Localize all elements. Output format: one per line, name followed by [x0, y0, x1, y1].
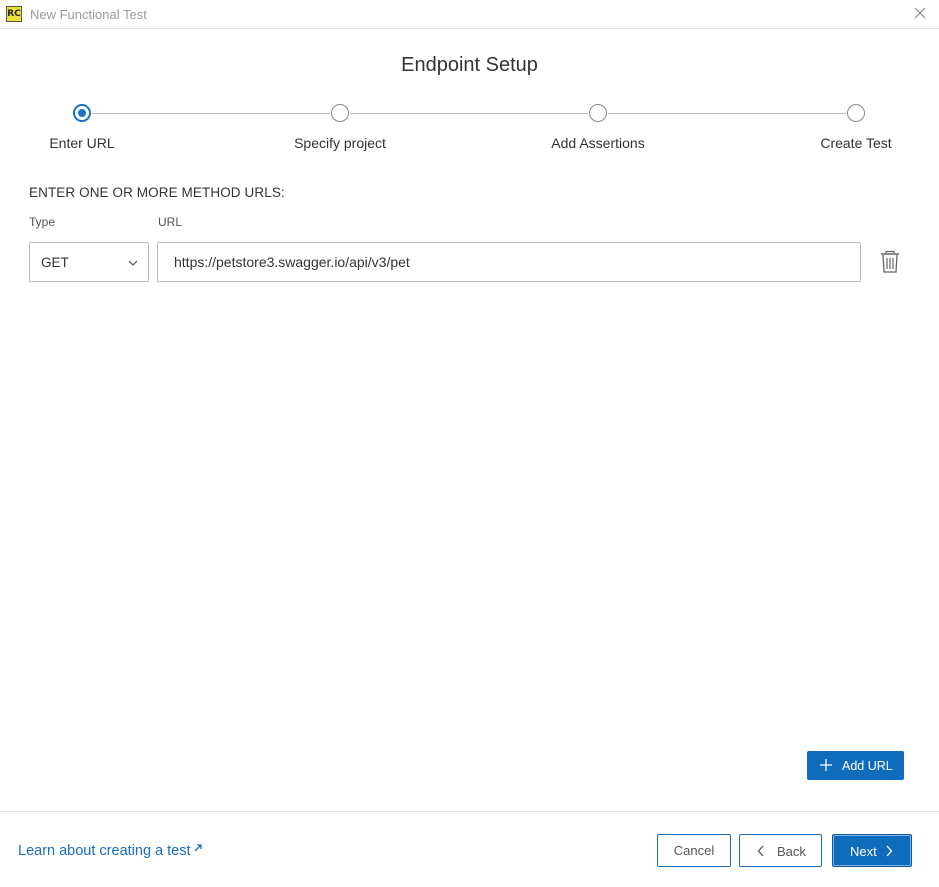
title-bar: RC New Functional Test: [0, 0, 939, 29]
step-connector: [92, 113, 330, 114]
step-4-label: Create Test: [820, 135, 892, 151]
close-icon[interactable]: [913, 6, 927, 20]
next-button[interactable]: Next: [832, 834, 912, 867]
wizard-stepper: Enter URL Specify project Add Assertions…: [0, 104, 939, 154]
add-url-label: Add URL: [842, 759, 893, 773]
step-connector: [608, 113, 846, 114]
cancel-label: Cancel: [673, 843, 715, 858]
step-1-label: Enter URL: [49, 135, 115, 151]
method-type-select[interactable]: GET: [29, 242, 149, 282]
step-1-indicator: [73, 104, 91, 122]
page-title: Endpoint Setup: [401, 54, 538, 76]
step-connector: [350, 113, 588, 114]
url-input[interactable]: [157, 242, 861, 282]
learn-link-text: Learn about creating a test: [18, 843, 191, 859]
step-4-indicator: [847, 104, 865, 122]
app-logo-icon: RC: [6, 6, 22, 22]
method-urls-section-label: ENTER ONE OR MORE METHOD URLS:: [29, 185, 285, 200]
chevron-right-icon: [886, 845, 893, 857]
cancel-button[interactable]: Cancel: [657, 834, 731, 867]
plus-icon: [820, 759, 832, 771]
step-3-indicator: [589, 104, 607, 122]
back-label: Back: [777, 844, 806, 859]
add-url-button[interactable]: Add URL: [807, 751, 904, 780]
step-2-label: Specify project: [294, 135, 386, 151]
external-link-icon: [194, 844, 202, 852]
step-2-indicator: [331, 104, 349, 122]
footer-divider: [0, 811, 939, 812]
learn-about-creating-test-link[interactable]: Learn about creating a test: [18, 843, 203, 859]
method-type-value: GET: [41, 255, 69, 270]
window-title: New Functional Test: [30, 7, 147, 22]
back-button[interactable]: Back: [739, 834, 822, 867]
next-label: Next: [850, 844, 877, 859]
step-3-label: Add Assertions: [551, 135, 645, 151]
url-column-label: URL: [158, 215, 183, 229]
trash-icon[interactable]: [879, 250, 901, 274]
chevron-down-icon: [128, 260, 138, 266]
chevron-left-icon: [757, 845, 764, 857]
type-column-label: Type: [29, 215, 56, 229]
